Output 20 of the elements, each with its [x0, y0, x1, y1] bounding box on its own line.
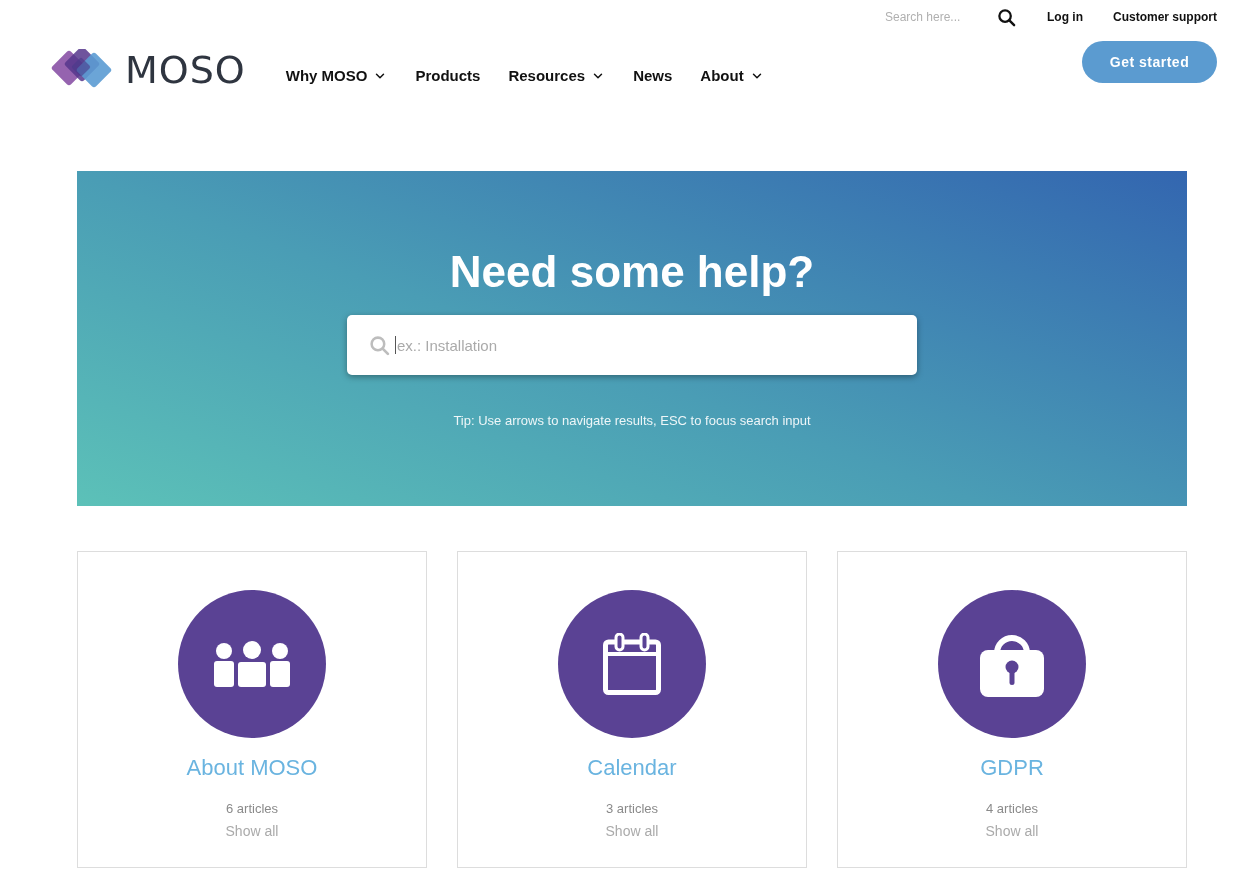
search-tip: Tip: Use arrows to navigate results, ESC to focus search input [453, 412, 811, 430]
nav-link[interactable]: Resources [508, 66, 606, 86]
article-count: 6 articles [226, 800, 278, 818]
nav-link[interactable]: Products [415, 66, 481, 86]
logo-wordmark: MOSO [125, 49, 246, 91]
search-field[interactable]: Search here... [885, 8, 977, 26]
search-icon [369, 335, 390, 356]
search-button[interactable] [997, 7, 1017, 27]
help-search-field[interactable]: ex.: Installation [347, 315, 917, 375]
calendar-icon [603, 633, 661, 695]
top-link[interactable]: Log in [1047, 8, 1083, 26]
people-group-icon [214, 641, 290, 687]
nav-link[interactable]: Why MOSO [285, 66, 388, 86]
nav-link[interactable]: About [700, 66, 764, 86]
article-count: 4 articles [986, 800, 1038, 818]
top-link[interactable]: Customer support [1113, 8, 1217, 26]
hero-title: Need some help? [449, 246, 815, 298]
nav-link[interactable]: News [633, 66, 673, 86]
search-icon [997, 7, 1017, 27]
article-count: 3 articles [606, 800, 658, 818]
